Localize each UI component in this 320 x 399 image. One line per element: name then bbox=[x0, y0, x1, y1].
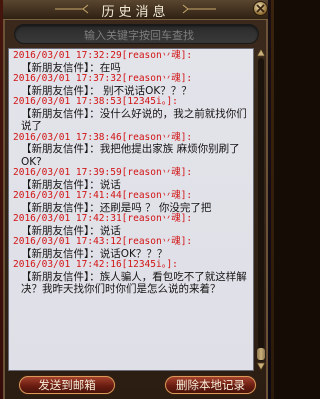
message-header: 2016/03/01 17:39:59[reason丷魂]: bbox=[13, 167, 193, 178]
message-header: 2016/03/01 17:42:31[reason丷魂]: bbox=[13, 213, 193, 224]
message-item: 2016/03/01 17:38:46[reason丷魂]: 【新朋友信件】：我把… bbox=[13, 131, 251, 169]
message-header: 2016/03/01 17:43:12[reason丷魂]: bbox=[13, 236, 193, 247]
message-body: 【新朋友信件】：我把他提出家族 麻烦你别刷了OK? bbox=[21, 143, 240, 168]
message-list: 2016/03/01 17:32:29[reason丷魂]: 【新朋友信件】：在吗… bbox=[13, 50, 251, 296]
send-to-mailbox-button[interactable]: 发送到邮箱 bbox=[19, 376, 115, 394]
message-item: 2016/03/01 17:37:32[reason丷魂]: 【新朋友信件】： 别… bbox=[13, 73, 251, 97]
message-header: 2016/03/01 17:38:46[reason丷魂]: bbox=[13, 131, 193, 143]
message-item: 2016/03/01 17:43:12[reason丷魂]: 【新朋友信件】：说话… bbox=[13, 236, 251, 260]
close-button[interactable] bbox=[253, 1, 268, 16]
scroll-down-arrow-icon[interactable] bbox=[256, 362, 266, 371]
delete-local-records-button[interactable]: 删除本地记录 bbox=[165, 376, 256, 394]
title-ornament-left-icon bbox=[55, 4, 89, 14]
message-item: 2016/03/01 17:38:53[12345i。]: 【新朋友信件】：没什么… bbox=[13, 96, 251, 133]
scroll-up-arrow-icon[interactable] bbox=[256, 48, 266, 57]
scroll-thumb[interactable] bbox=[257, 348, 265, 360]
scrollbar[interactable] bbox=[256, 48, 266, 371]
window-title: 历史消息 bbox=[101, 5, 170, 20]
title-ornament-right-icon bbox=[182, 4, 216, 14]
message-header: 2016/03/01 17:38:53[12345i。]: bbox=[13, 96, 178, 107]
message-item: 2016/03/01 17:39:59[reason丷魂]: 【新朋友信件】：说话 bbox=[13, 167, 251, 191]
message-body: 【新朋友信件】：没什么好说的，我之前就找你们说了 bbox=[21, 107, 247, 133]
message-item: 2016/03/01 17:42:16[12345i。]: 【新朋友信件】：族人骗… bbox=[13, 259, 251, 296]
message-header: 2016/03/01 17:37:32[reason丷魂]: bbox=[13, 73, 193, 84]
close-icon bbox=[256, 4, 265, 13]
message-header: 2016/03/01 17:42:16[12345i。]: bbox=[13, 259, 178, 270]
message-body: 【新朋友信件】：族人骗人，看包吃不了就这样解决？我昨天找你们时你们是怎么说的来着… bbox=[21, 270, 247, 296]
message-item: 2016/03/01 17:32:29[reason丷魂]: 【新朋友信件】：在吗 bbox=[13, 50, 251, 74]
message-header: 2016/03/01 17:32:29[reason丷魂]: bbox=[13, 50, 193, 61]
search-box[interactable] bbox=[14, 24, 259, 44]
message-history-list[interactable]: 2016/03/01 17:32:29[reason丷魂]: 【新朋友信件】：在吗… bbox=[8, 48, 254, 371]
search-input[interactable] bbox=[23, 26, 255, 44]
message-header: 2016/03/01 17:41:44[reason丷魂]: bbox=[13, 190, 193, 201]
message-item: 2016/03/01 17:41:44[reason丷魂]: 【新朋友信件】：还刷… bbox=[13, 190, 251, 214]
title-bar[interactable]: 历史消息 bbox=[3, 0, 268, 20]
scroll-track[interactable] bbox=[258, 58, 264, 361]
message-item: 2016/03/01 17:42:31[reason丷魂]: 【新朋友信件】：说话 bbox=[13, 213, 251, 237]
